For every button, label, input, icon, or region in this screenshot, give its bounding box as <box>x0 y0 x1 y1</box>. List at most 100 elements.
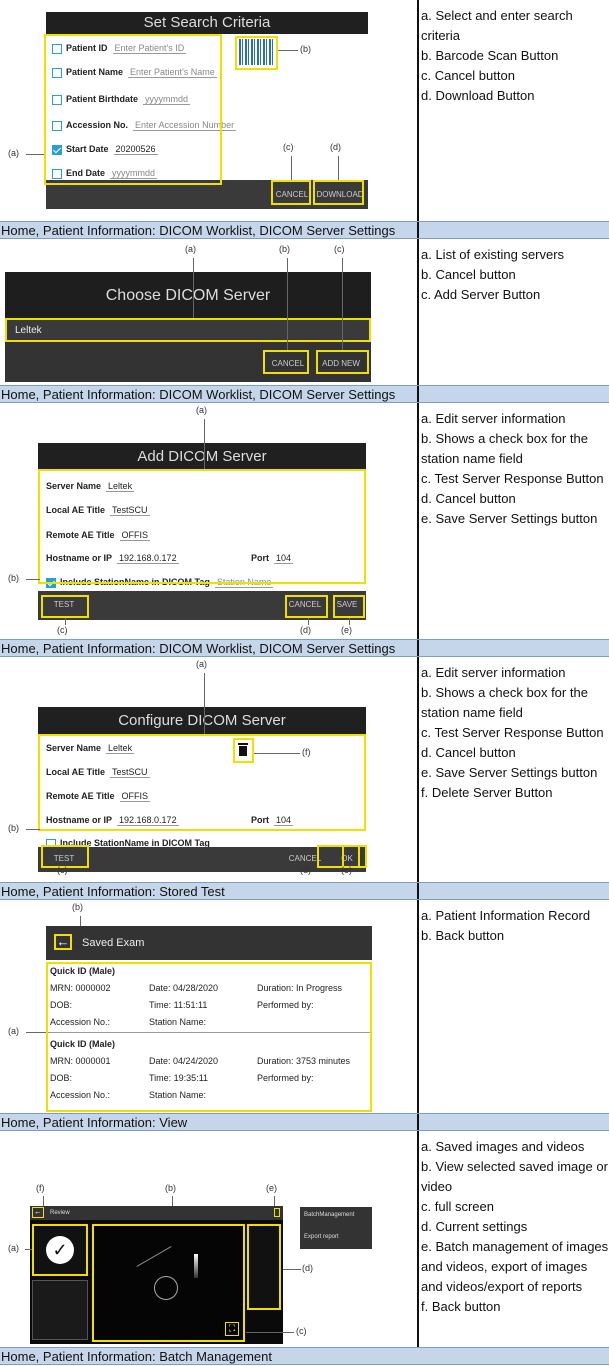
callout-a: (a) <box>8 148 19 158</box>
callout-b: (b) <box>8 573 19 583</box>
desc-c: c. Test Server Response Button <box>421 725 604 740</box>
gray-scale-bar <box>194 1254 198 1278</box>
desc-d: d. Download Button <box>421 88 535 103</box>
search-screenshot: Set Search Criteria Patient ID Enter Pati… <box>0 0 417 221</box>
callout-c: (c) <box>334 244 345 254</box>
leader-line <box>291 156 292 180</box>
dialog-title: Configure DICOM Server <box>38 707 366 735</box>
highlight-e <box>333 595 365 618</box>
menu-item-batch-management[interactable]: BatchManagement <box>304 1212 354 1218</box>
column-divider <box>417 0 419 221</box>
desc-f: f. Delete Server Button <box>421 785 553 800</box>
configure-descriptions: a. Edit server information b. Shows a ch… <box>421 663 609 803</box>
saved-screenshot: (b) ← Saved Exam Quick ID (Male) MRN: 00… <box>0 900 417 1113</box>
menu-item-export-report[interactable]: Export report <box>304 1234 339 1240</box>
leader-line <box>204 673 205 734</box>
callout-c: (c) <box>296 1326 307 1336</box>
callout-d: (d) <box>300 625 311 635</box>
view-descriptions: a. Saved images and videos b. View selec… <box>421 1137 609 1317</box>
callout-c: (c) <box>57 625 68 635</box>
row-choose: Choose DICOM Server Leltek CANCEL ADD NE… <box>0 239 609 385</box>
callout-d: (d) <box>330 142 341 152</box>
row-saved: (b) ← Saved Exam Quick ID (Male) MRN: 00… <box>0 900 609 1113</box>
callout-a: (a) <box>196 405 207 415</box>
ultrasound-line <box>136 1246 172 1267</box>
callout-b: (b) <box>165 1183 176 1193</box>
desc-b: b. Shows a check box for the station nam… <box>421 431 588 466</box>
leader-line <box>26 154 44 155</box>
desc-d: d. Cancel button <box>421 491 516 506</box>
leader-line <box>349 618 350 625</box>
row-configure: Configure DICOM Server Server Name Leltek… <box>0 657 609 882</box>
callout-e: (e) <box>266 1183 277 1193</box>
add-descriptions: a. Edit server information b. Shows a ch… <box>421 409 609 529</box>
desc-a: a. Saved images and videos <box>421 1139 585 1154</box>
callout-a: (a) <box>196 659 207 669</box>
highlight-d <box>313 180 364 205</box>
desc-c: c. Test Server Response Button <box>421 471 604 486</box>
thumbnail-selected[interactable]: ✓ <box>32 1224 88 1276</box>
callout-d: (d) <box>302 1263 313 1273</box>
checkmark-icon: ✓ <box>46 1236 74 1264</box>
leader-line <box>26 579 40 580</box>
column-divider <box>417 1131 419 1347</box>
desc-b: b. View selected saved image or video <box>421 1159 608 1194</box>
image-viewer[interactable]: ⛶ <box>92 1224 245 1342</box>
callout-e: (e) <box>341 625 352 635</box>
callout-b: (b) <box>279 244 290 254</box>
choose-descriptions: a. List of existing servers b. Cancel bu… <box>421 245 609 305</box>
row-view: (f) (b) (e) ← Review ✓ ⛶ BatchManagement… <box>0 1131 609 1347</box>
leader-line <box>26 829 40 830</box>
desc-b: b. Back button <box>421 928 505 943</box>
highlight-f <box>233 738 254 763</box>
add-screenshot: Add DICOM Server Server Name Leltek Local… <box>0 403 417 639</box>
leader-line <box>308 618 309 625</box>
section-header: Home, Patient Information: View <box>0 1113 609 1131</box>
dialog-title: Set Search Criteria <box>46 12 368 34</box>
highlight-a <box>44 34 222 185</box>
leader-line <box>204 419 205 469</box>
thumbnail[interactable] <box>32 1280 88 1340</box>
menu-icon[interactable] <box>274 1208 280 1217</box>
desc-a: a. Edit server information <box>421 411 566 426</box>
desc-d: d. Cancel button <box>421 745 516 760</box>
back-arrow-icon[interactable]: ← <box>54 934 72 950</box>
column-divider <box>417 239 419 385</box>
section-header: Home, Patient Information: DICOM Worklis… <box>0 221 609 239</box>
choose-screenshot: Choose DICOM Server Leltek CANCEL ADD NE… <box>0 239 417 385</box>
leader-line <box>283 1269 301 1270</box>
callout-e: (e) <box>341 865 352 875</box>
desc-a: a. Patient Information Record <box>421 908 591 923</box>
settings-panel <box>247 1224 281 1310</box>
desc-e: e. Save Server Settings button <box>421 511 598 526</box>
callout-a: (a) <box>8 1243 19 1253</box>
saved-exam-titlebar: ← Saved Exam <box>46 926 372 960</box>
desc-b: b. Cancel button <box>421 267 516 282</box>
fullscreen-icon[interactable]: ⛶ <box>225 1322 239 1336</box>
leader-line <box>65 618 66 625</box>
highlight-d <box>285 595 328 618</box>
callout-f: (f) <box>36 1183 45 1193</box>
desc-b: b. Shows a check box for the station nam… <box>421 685 588 720</box>
section-header: Home, Patient Information: Batch Managem… <box>0 1347 609 1365</box>
column-divider <box>417 900 419 1113</box>
leader-line <box>43 1196 44 1206</box>
desc-a: a. Edit server information <box>421 665 566 680</box>
leader-line <box>278 50 298 51</box>
leader-line <box>246 1332 294 1333</box>
row-search: Set Search Criteria Patient ID Enter Pati… <box>0 0 609 221</box>
leader-line <box>287 258 288 350</box>
callout-b: (b) <box>8 823 19 833</box>
callout-a: (a) <box>8 1026 19 1036</box>
dialog-title: Choose DICOM Server <box>5 272 371 320</box>
desc-b: b. Barcode Scan Button <box>421 48 559 63</box>
dropdown-menu: BatchManagement Export report <box>300 1207 372 1249</box>
back-arrow-icon[interactable]: ← <box>32 1207 44 1218</box>
ultrasound-circle <box>154 1276 178 1300</box>
leader-line <box>193 258 194 318</box>
desc-c: c. Cancel button <box>421 68 515 83</box>
callout-a: (a) <box>185 244 196 254</box>
desc-c: c. Add Server Button <box>421 287 541 302</box>
highlight-c <box>41 595 89 618</box>
desc-e: e. Batch management of images and videos… <box>421 1239 609 1294</box>
